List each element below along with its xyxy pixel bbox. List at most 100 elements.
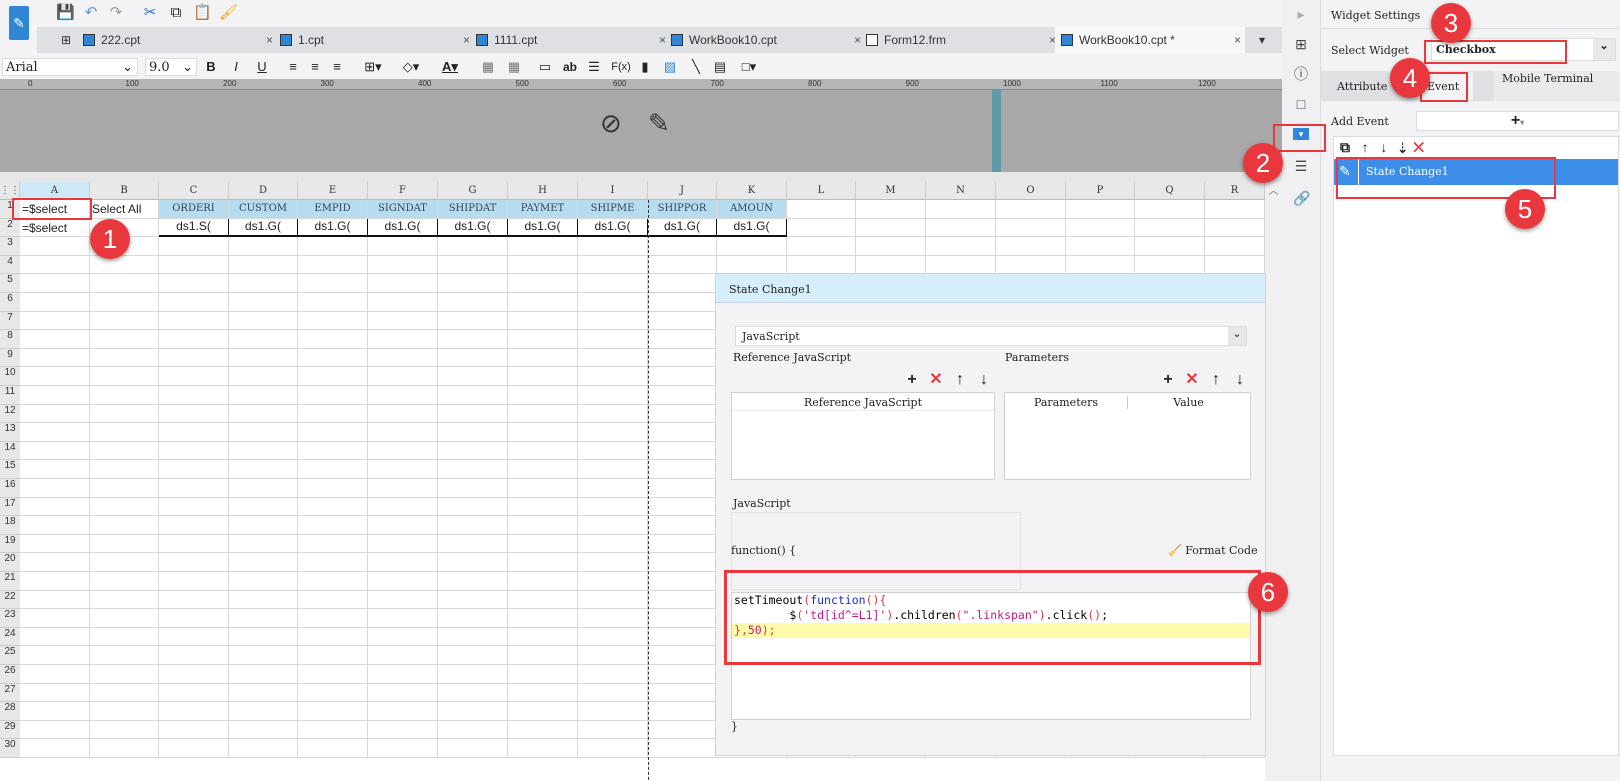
cell[interactable] — [1135, 218, 1205, 238]
cell[interactable] — [90, 479, 159, 498]
align-left-icon[interactable]: ≡ — [286, 58, 300, 76]
cell[interactable] — [578, 572, 648, 591]
cell[interactable] — [508, 311, 578, 331]
fill-color-icon[interactable]: ◇▾ — [398, 58, 424, 76]
cell[interactable] — [90, 367, 159, 386]
cell[interactable] — [90, 423, 159, 442]
cell[interactable] — [578, 274, 648, 293]
cell[interactable] — [648, 702, 717, 721]
copy-icon[interactable]: ⧉ — [1340, 139, 1350, 155]
cell[interactable] — [90, 441, 159, 461]
row-header[interactable]: 3 — [0, 237, 20, 256]
tab-mobile-terminal[interactable]: Mobile Terminal — [1494, 71, 1620, 101]
cell[interactable] — [229, 330, 298, 349]
close-tab-icon[interactable]: × — [463, 27, 470, 53]
column-header[interactable]: G — [438, 182, 508, 200]
cell[interactable] — [20, 423, 90, 442]
cell[interactable] — [20, 720, 90, 740]
vertical-scrollbar[interactable]: ︿ — [1265, 182, 1282, 781]
cell[interactable] — [90, 386, 159, 405]
move-up-icon[interactable]: ↑ — [1362, 139, 1369, 155]
cell[interactable] — [368, 330, 438, 349]
cell[interactable] — [1066, 218, 1135, 238]
font-size-select[interactable]: 9.0 ⌄ — [145, 58, 197, 76]
column-header[interactable]: Q — [1135, 182, 1205, 200]
cell[interactable]: ds1.G( — [438, 218, 508, 238]
cell[interactable] — [298, 609, 368, 628]
cell[interactable] — [159, 367, 229, 386]
cell[interactable]: ds1.S( — [159, 218, 229, 238]
cell[interactable] — [648, 255, 717, 275]
cell[interactable] — [229, 367, 298, 386]
row-header[interactable]: 6 — [0, 293, 20, 312]
cell[interactable] — [229, 386, 298, 405]
tab-1[interactable]: 1.cpt × — [280, 27, 470, 53]
cell[interactable] — [438, 441, 508, 461]
cell[interactable] — [438, 516, 508, 535]
cell[interactable] — [368, 293, 438, 312]
cell[interactable] — [508, 479, 578, 498]
cell[interactable] — [648, 646, 717, 665]
cell[interactable] — [159, 386, 229, 405]
format-code-button[interactable]: 🧹 Format Code — [1168, 544, 1258, 557]
cell[interactable]: =$select — [20, 218, 90, 238]
parameter-design-area[interactable]: ⊘ ✎ — [0, 90, 1282, 172]
edit-pencil-icon[interactable]: ✎ — [648, 108, 670, 139]
cell[interactable] — [368, 609, 438, 628]
cell[interactable] — [1205, 218, 1265, 238]
cell[interactable]: ds1.G( — [368, 218, 438, 238]
cell[interactable] — [229, 237, 298, 256]
cell[interactable] — [20, 237, 90, 256]
cell[interactable] — [20, 553, 90, 572]
cell[interactable] — [298, 646, 368, 665]
border-icon[interactable]: ⊞▾ — [360, 58, 386, 76]
cell[interactable] — [159, 237, 229, 256]
cell[interactable] — [159, 553, 229, 572]
cell[interactable] — [159, 479, 229, 498]
cell[interactable] — [298, 590, 368, 610]
cell[interactable] — [508, 516, 578, 535]
cell[interactable]: ORDERI — [159, 200, 229, 219]
cell[interactable] — [298, 627, 368, 647]
cell[interactable] — [368, 665, 438, 684]
cell[interactable] — [578, 590, 648, 610]
cell[interactable] — [787, 255, 856, 275]
cell[interactable] — [368, 590, 438, 610]
cell[interactable] — [90, 348, 159, 368]
cell[interactable] — [229, 311, 298, 331]
cell[interactable] — [229, 404, 298, 424]
cell[interactable] — [578, 665, 648, 684]
cell[interactable] — [578, 441, 648, 461]
row-header[interactable]: 15 — [0, 460, 20, 479]
cell[interactable] — [298, 311, 368, 331]
cell[interactable] — [90, 553, 159, 572]
row-header[interactable]: 4 — [0, 255, 20, 275]
cell[interactable] — [648, 683, 717, 703]
font-color-button[interactable]: A▾ — [437, 58, 463, 76]
cell[interactable] — [159, 702, 229, 721]
cell[interactable] — [90, 274, 159, 293]
cell[interactable] — [229, 274, 298, 293]
cell[interactable] — [20, 739, 90, 758]
column-header[interactable]: I — [578, 182, 648, 200]
cell[interactable] — [20, 627, 90, 647]
cell[interactable] — [90, 720, 159, 740]
cell[interactable] — [90, 646, 159, 665]
cell[interactable] — [229, 534, 298, 554]
cell[interactable] — [438, 255, 508, 275]
frame-icon[interactable]: □ — [1293, 96, 1309, 112]
cell[interactable] — [298, 516, 368, 535]
condition-icon[interactable]: ☰ — [1293, 158, 1309, 174]
cell[interactable] — [1066, 237, 1135, 256]
cell[interactable] — [229, 293, 298, 312]
row-header[interactable]: 12 — [0, 404, 20, 424]
cell[interactable]: ds1.G( — [508, 218, 578, 238]
cell[interactable] — [90, 572, 159, 591]
cell[interactable] — [368, 367, 438, 386]
cell[interactable] — [438, 646, 508, 665]
cell[interactable] — [578, 404, 648, 424]
row-header[interactable]: 10 — [0, 367, 20, 386]
tab-attribute[interactable]: Attribute — [1337, 80, 1387, 93]
tab-1111[interactable]: 1111.cpt × — [476, 27, 666, 53]
cell[interactable] — [1066, 200, 1135, 219]
